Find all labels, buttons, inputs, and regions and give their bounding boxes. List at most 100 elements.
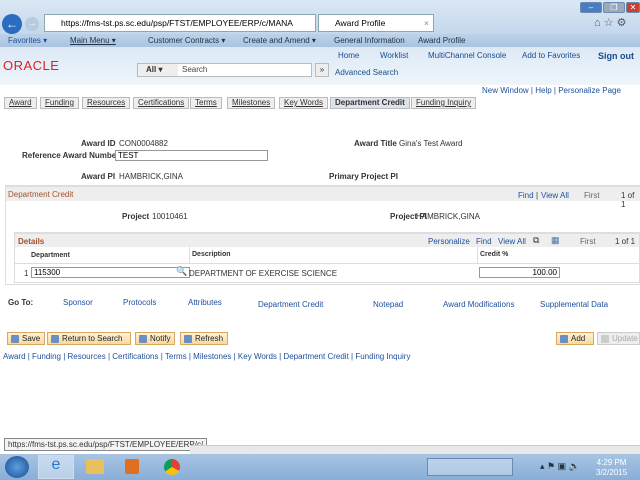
search-scope-select[interactable]: All ▾ — [138, 64, 178, 76]
tab-funding[interactable]: Funding — [40, 97, 79, 109]
grid-find-link[interactable]: Find — [476, 237, 492, 246]
goto-department-credit[interactable]: Department Credit — [258, 300, 323, 309]
tab-milestones[interactable]: Milestones — [227, 97, 276, 109]
start-button[interactable] — [5, 456, 29, 478]
notify-button[interactable]: Notify — [135, 332, 176, 345]
grid-first-label: First — [580, 237, 596, 246]
tab-award[interactable]: Award — [4, 97, 37, 109]
tab-title: Award Profile — [335, 18, 386, 28]
bottom-nav-links[interactable]: Award | Funding | Resources | Certificat… — [3, 352, 410, 361]
search-box: All ▾ Search — [137, 63, 312, 77]
oracle-logo: ORACLE — [3, 58, 60, 73]
close-button[interactable]: ✕ — [626, 2, 640, 13]
credit-input[interactable]: 100.00 — [479, 267, 560, 278]
goto-label: Go To: — [8, 298, 34, 307]
grid-view-all-link[interactable]: View All — [498, 237, 526, 246]
sign-out-link[interactable]: Sign out — [598, 51, 634, 61]
grid-row-count: 1 of 1 — [615, 237, 636, 246]
tab-key-words[interactable]: Key Words — [279, 97, 328, 109]
download-icon[interactable]: ▦ — [551, 235, 560, 246]
tab-department-credit[interactable]: Department Credit — [330, 97, 410, 109]
home-star-gear-icons[interactable]: ⌂ ☆ ⚙ — [594, 16, 626, 29]
award-pi-label: Award PI — [81, 172, 116, 181]
address-bar[interactable]: https://fms-tst.ps.sc.edu/psp/FTST/EMPLO… — [44, 14, 316, 32]
menu-bar: Favorites ▾ Main Menu ▾ Customer Contrac… — [0, 34, 640, 47]
main-menu[interactable]: Main Menu ▾ — [70, 34, 116, 47]
tray-toolbar[interactable] — [427, 458, 513, 476]
section-title: Department Credit — [8, 190, 74, 199]
breadcrumb-award-profile[interactable]: Award Profile — [418, 34, 465, 47]
tab-funding-inquiry[interactable]: Funding Inquiry — [411, 97, 477, 109]
multichannel-link[interactable]: MultiChannel Console — [428, 51, 506, 60]
add-favorites-link[interactable]: Add to Favorites — [522, 51, 580, 60]
forward-button[interactable]: → — [25, 17, 39, 31]
browser-chrome: – ❐ ✕ ← → https://fms-tst.ps.sc.edu/psp/… — [0, 0, 640, 34]
tab-resources[interactable]: Resources — [82, 97, 131, 109]
goto-attributes[interactable]: Attributes — [188, 298, 222, 307]
breadcrumb-general-information[interactable]: General Information — [334, 34, 405, 47]
details-grid: Details Personalize Find View All ⧉ ▦ Fi… — [14, 232, 640, 283]
award-title-label: Award Title — [354, 139, 397, 148]
goto-supplemental-data[interactable]: Supplemental Data — [540, 300, 608, 309]
search-go-button[interactable]: » — [315, 63, 329, 77]
search-input[interactable]: Search — [182, 64, 207, 76]
tray-icons[interactable]: ▴ ⚑ ▣ 🔈 — [540, 461, 580, 472]
breadcrumb-create-amend[interactable]: Create and Amend ▾ — [243, 34, 316, 47]
reference-award-input[interactable]: TEST — [115, 150, 268, 161]
save-button[interactable]: Save — [7, 332, 46, 345]
col-credit: Credit % — [477, 247, 508, 263]
breadcrumb-customer-contracts[interactable]: Customer Contracts ▾ — [148, 34, 225, 47]
lookup-icon[interactable]: 🔍 — [176, 266, 187, 277]
return-to-search-button[interactable]: Return to Search — [47, 332, 131, 345]
goto-award-modifications[interactable]: Award Modifications — [443, 300, 514, 309]
update-button[interactable]: Update — [597, 332, 640, 345]
favorites-menu[interactable]: Favorites ▾ — [8, 34, 47, 47]
help-link[interactable]: Help — [535, 86, 551, 95]
explorer-taskbar-icon[interactable] — [86, 459, 104, 474]
personalize-page-link[interactable]: Personalize Page — [558, 86, 621, 95]
project-value: 10010461 — [152, 212, 188, 221]
clock[interactable]: 4:29 PM 3/2/2015 — [596, 458, 627, 478]
ie-taskbar-icon[interactable]: e — [38, 455, 74, 479]
row-count: 1 of 1 — [621, 191, 635, 209]
new-window-link[interactable]: New Window — [482, 86, 529, 95]
tab-certifications[interactable]: Certifications — [133, 97, 190, 109]
restore-button[interactable]: ❐ — [603, 2, 625, 13]
home-link[interactable]: Home — [338, 51, 359, 60]
zoom-grid-icon[interactable]: ⧉ — [533, 235, 539, 246]
view-all-link[interactable]: View All — [541, 191, 569, 200]
worklist-link[interactable]: Worklist — [380, 51, 408, 60]
award-title-value: Gina's Test Award — [399, 139, 463, 148]
find-link[interactable]: Find — [518, 191, 534, 200]
department-input[interactable]: 115300 — [31, 267, 190, 278]
goto-protocols[interactable]: Protocols — [123, 298, 156, 307]
taskbar: e ▴ ⚑ ▣ 🔈 4:29 PM 3/2/2015 — [0, 454, 640, 480]
row-number: 1 — [24, 269, 29, 278]
goto-notepad[interactable]: Notepad — [373, 300, 403, 309]
advanced-search-link[interactable]: Advanced Search — [335, 68, 398, 77]
add-button[interactable]: Add — [556, 332, 594, 345]
goto-sponsor[interactable]: Sponsor — [63, 298, 93, 307]
award-id-label: Award ID — [81, 139, 116, 148]
award-id-value: CON0004882 — [119, 139, 168, 148]
minimize-button[interactable]: – — [580, 2, 602, 13]
personalize-link[interactable]: Personalize — [428, 237, 470, 246]
chrome-taskbar-icon[interactable] — [164, 459, 180, 475]
col-department: Department — [31, 252, 70, 259]
reference-award-label: Reference Award Number — [22, 151, 120, 160]
col-description: Description — [189, 247, 231, 263]
horizontal-scrollbar[interactable] — [190, 445, 640, 454]
refresh-button[interactable]: Refresh — [180, 332, 229, 345]
project-pi-value: HAMBRICK,GINA — [416, 212, 481, 221]
first-label: First — [584, 191, 600, 200]
browser-tab[interactable]: Award Profile × — [318, 14, 434, 32]
back-button[interactable]: ← — [2, 14, 22, 34]
description-value: DEPARTMENT OF EXERCISE SCIENCE — [189, 269, 338, 278]
page-links: New Window | Help | Personalize Page — [482, 86, 621, 95]
tab-terms[interactable]: Terms — [190, 97, 222, 109]
close-tab-icon[interactable]: × — [424, 15, 429, 31]
portal-header: Home Worklist MultiChannel Console Add t… — [0, 47, 640, 85]
media-player-icon[interactable] — [125, 459, 139, 474]
award-pi-value: HAMBRICK,GINA — [119, 172, 184, 181]
project-label: Project — [122, 212, 150, 221]
